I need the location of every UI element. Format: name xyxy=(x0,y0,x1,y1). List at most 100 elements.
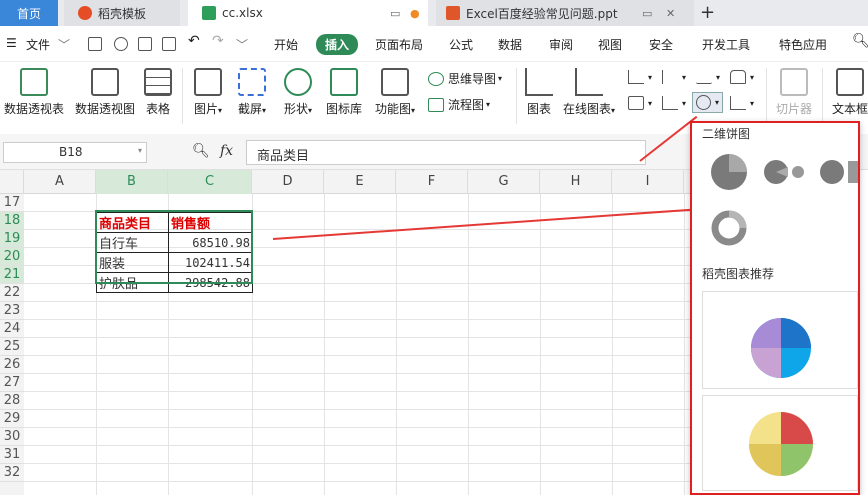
row-header[interactable]: 30 xyxy=(0,428,24,446)
row-header[interactable]: 32 xyxy=(0,464,24,482)
row-header[interactable]: 20 xyxy=(0,248,24,266)
name-box[interactable]: B18 ▾ xyxy=(3,142,147,163)
monitor-icon-2[interactable]: ▭ xyxy=(642,7,652,20)
row-header[interactable]: 29 xyxy=(0,410,24,428)
tab-review[interactable]: 审阅 xyxy=(549,36,573,53)
function-chart-button[interactable]: 功能图▾ xyxy=(370,68,420,117)
radar-chart-button[interactable]: ▾ xyxy=(730,70,754,84)
online-chart-button[interactable]: 在线图表▾ xyxy=(560,68,618,117)
row-header[interactable]: 18 xyxy=(0,212,24,230)
column-header[interactable]: C xyxy=(168,170,252,194)
column-chart-button[interactable]: ▾ xyxy=(628,70,652,84)
column-header[interactable]: E xyxy=(324,170,396,194)
scatter-chart-button[interactable]: ▾ xyxy=(730,96,754,110)
line-chart-button[interactable]: ▾ xyxy=(696,70,720,84)
pivot-table-button[interactable]: 数据透视表 xyxy=(2,68,66,117)
doughnut-option[interactable] xyxy=(710,209,748,250)
column-header[interactable]: H xyxy=(540,170,612,194)
tab-insert[interactable]: 插入 xyxy=(316,34,359,55)
table-cell[interactable]: 298542.88 xyxy=(168,272,253,293)
tab-formula[interactable]: 公式 xyxy=(449,36,473,53)
table-cell[interactable]: 护肤品 xyxy=(96,272,169,293)
row-header[interactable]: 23 xyxy=(0,302,24,320)
hamburger-icon[interactable]: ☰ xyxy=(6,36,17,50)
flowchart-button[interactable]: 流程图 ▾ xyxy=(428,96,490,113)
tab-data[interactable]: 数据 xyxy=(498,36,522,53)
row-header[interactable]: 27 xyxy=(0,374,24,392)
table-cell[interactable]: 68510.98 xyxy=(168,232,253,253)
print-preview-icon[interactable] xyxy=(162,37,176,51)
quick-access-chevron-icon[interactable]: ﹀ xyxy=(236,36,248,53)
close-tab-icon[interactable]: ✕ xyxy=(666,7,675,20)
file-menu[interactable]: 文件 xyxy=(26,36,50,53)
format-painter-icon[interactable] xyxy=(114,37,128,51)
row-header[interactable]: 25 xyxy=(0,338,24,356)
row-header[interactable]: 26 xyxy=(0,356,24,374)
new-tab-button[interactable]: + xyxy=(700,2,715,23)
shape-button[interactable]: 形状▾ xyxy=(278,68,318,117)
column-header[interactable]: B xyxy=(96,170,168,194)
chart-button[interactable]: 图表 xyxy=(522,68,556,117)
redo-icon[interactable]: ↷ xyxy=(212,33,224,49)
pivot-chart-button[interactable]: 数据透视图 xyxy=(74,68,136,117)
tab-cc-xlsx[interactable]: cc.xlsx ▭ ● xyxy=(188,0,428,26)
row-header[interactable]: 22 xyxy=(0,284,24,302)
bar-of-pie-option[interactable] xyxy=(820,159,860,188)
print-icon[interactable] xyxy=(138,37,152,51)
monitor-icon[interactable]: ▭ xyxy=(390,7,400,20)
table-cell[interactable]: 服装 xyxy=(96,252,169,273)
column-header[interactable]: I xyxy=(612,170,684,194)
table-cell[interactable]: 自行车 xyxy=(96,232,169,253)
icon-library-button[interactable]: 图标库 xyxy=(324,68,364,117)
table-button[interactable]: 表格 xyxy=(142,68,174,117)
name-box-dropdown-icon[interactable]: ▾ xyxy=(138,146,142,155)
tab-templates[interactable]: 稻壳模板 xyxy=(64,0,180,26)
slicer-button[interactable]: 切片器 xyxy=(774,68,814,117)
tab-start[interactable]: 开始 xyxy=(274,36,298,53)
select-all-corner[interactable] xyxy=(0,170,24,194)
table-cell[interactable]: 102411.54 xyxy=(168,252,253,273)
textbox-button[interactable]: 文本框 xyxy=(830,68,868,117)
table-header-cell[interactable]: 销售额 xyxy=(168,212,253,233)
pie-chart-icon xyxy=(696,95,711,110)
row-header[interactable]: 17 xyxy=(0,194,24,212)
tab-page-layout[interactable]: 页面布局 xyxy=(375,36,423,53)
column-header[interactable]: G xyxy=(468,170,540,194)
area-chart-button[interactable]: ▾ xyxy=(628,96,652,110)
column-header[interactable]: F xyxy=(396,170,468,194)
row-header[interactable]: 19 xyxy=(0,230,24,248)
tab-home[interactable]: 首页 xyxy=(0,0,58,26)
pie-option[interactable] xyxy=(710,153,748,194)
recommended-chart-thumb-2[interactable] xyxy=(702,395,858,491)
pie-chart-button[interactable]: ▾ xyxy=(692,92,724,113)
tab-special[interactable]: 特色应用 xyxy=(779,36,827,53)
column-header[interactable]: D xyxy=(252,170,324,194)
tab-security[interactable]: 安全 xyxy=(649,36,673,53)
tab-developer[interactable]: 开发工具 xyxy=(702,36,750,53)
mindmap-button[interactable]: 思维导图 ▾ xyxy=(428,70,502,87)
tab-ppt[interactable]: Excel百度经验常见问题.ppt ▭ ✕ xyxy=(436,0,694,26)
column-header[interactable]: A xyxy=(24,170,96,194)
chevron-down-icon[interactable]: ﹀ xyxy=(58,36,70,53)
stock-chart-button[interactable]: ▾ xyxy=(662,96,686,110)
bar-chart-button[interactable]: ▾ xyxy=(662,70,686,84)
search-icon[interactable]: 🔍︎ xyxy=(852,33,868,49)
screenshot-button[interactable]: 截屏▾ xyxy=(232,68,272,117)
name-box-value: B18 xyxy=(59,145,83,159)
row-header[interactable]: 28 xyxy=(0,392,24,410)
zoom-function-icon[interactable]: 🔍︎ xyxy=(192,143,210,159)
tab-view[interactable]: 视图 xyxy=(598,36,622,53)
row-header[interactable]: 31 xyxy=(0,446,24,464)
ppt-file-icon xyxy=(446,6,460,20)
picture-button[interactable]: 图片▾ xyxy=(188,68,228,117)
save-icon[interactable] xyxy=(88,37,102,51)
recommended-chart-thumb-1[interactable] xyxy=(702,291,858,389)
undo-icon[interactable]: ↶ xyxy=(188,33,200,49)
fx-icon[interactable]: fx xyxy=(220,143,233,159)
pie-of-pie-option[interactable] xyxy=(764,159,806,188)
formula-input[interactable]: 商品类目 xyxy=(246,140,646,165)
row-header[interactable]: 24 xyxy=(0,320,24,338)
area-chart-icon xyxy=(628,96,644,110)
row-header[interactable]: 21 xyxy=(0,266,24,284)
table-header-cell[interactable]: 商品类目 xyxy=(96,212,169,233)
